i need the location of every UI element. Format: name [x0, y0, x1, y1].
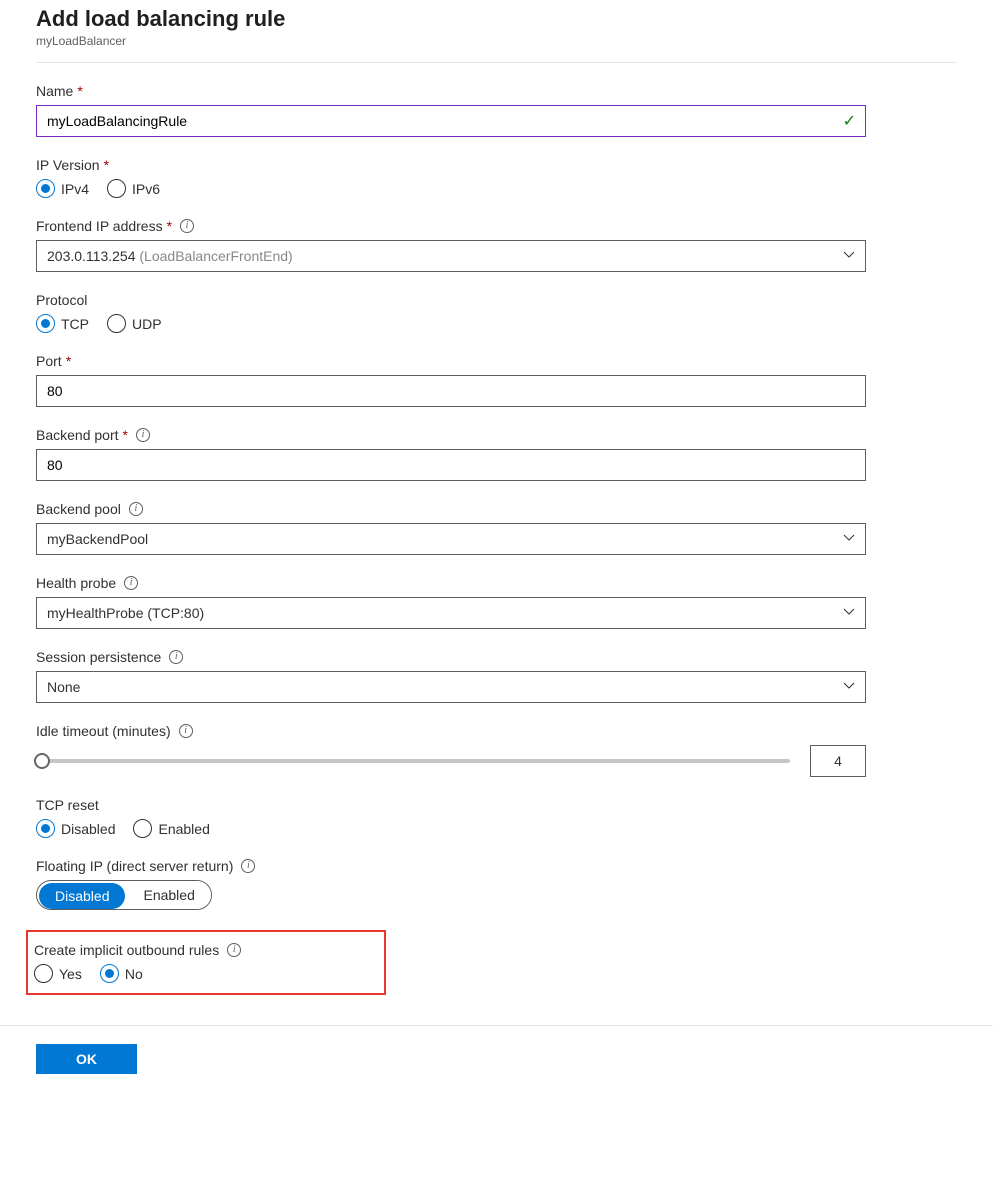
- floating-ip-label: Floating IP (direct server return): [36, 858, 233, 874]
- chevron-down-icon: [843, 605, 855, 621]
- chevron-down-icon: [843, 679, 855, 695]
- health-probe-value: myHealthProbe (TCP:80): [47, 605, 204, 621]
- health-probe-label: Health probe: [36, 575, 116, 591]
- chevron-down-icon: [843, 248, 855, 264]
- backend-pool-value: myBackendPool: [47, 531, 148, 547]
- radio-ipv4[interactable]: IPv4: [36, 179, 89, 198]
- backend-pool-label: Backend pool: [36, 501, 121, 517]
- radio-circle-icon: [36, 819, 55, 838]
- chevron-down-icon: [843, 531, 855, 547]
- info-icon[interactable]: i: [124, 576, 138, 590]
- slider-thumb[interactable]: [34, 753, 50, 769]
- radio-no-label: No: [125, 966, 143, 982]
- ip-version-label: IP Version: [36, 157, 100, 173]
- name-input[interactable]: [36, 105, 866, 137]
- info-icon[interactable]: i: [180, 219, 194, 233]
- radio-ipv4-label: IPv4: [61, 181, 89, 197]
- field-health-probe: Health probe i myHealthProbe (TCP:80): [36, 575, 866, 629]
- radio-ipv6[interactable]: IPv6: [107, 179, 160, 198]
- field-tcp-reset: TCP reset Disabled Enabled: [36, 797, 866, 838]
- radio-circle-icon: [36, 179, 55, 198]
- info-icon[interactable]: i: [129, 502, 143, 516]
- radio-implicit-yes[interactable]: Yes: [34, 964, 82, 983]
- info-icon[interactable]: i: [241, 859, 255, 873]
- name-label: Name: [36, 83, 73, 99]
- required-indicator: *: [77, 83, 82, 99]
- radio-ipv6-label: IPv6: [132, 181, 160, 197]
- implicit-outbound-highlight: Create implicit outbound rules i Yes No: [26, 930, 386, 995]
- radio-circle-icon: [100, 964, 119, 983]
- check-icon: ✓: [843, 111, 856, 131]
- implicit-outbound-label: Create implicit outbound rules: [34, 942, 219, 958]
- field-frontend-ip: Frontend IP address * i 203.0.113.254 (L…: [36, 218, 866, 272]
- frontend-ip-value: 203.0.113.254: [47, 248, 136, 264]
- port-label: Port: [36, 353, 62, 369]
- required-indicator: *: [167, 218, 172, 234]
- idle-timeout-value[interactable]: 4: [810, 745, 866, 777]
- field-ip-version: IP Version * IPv4 IPv6: [36, 157, 866, 198]
- radio-yes-label: Yes: [59, 966, 82, 982]
- info-icon[interactable]: i: [136, 428, 150, 442]
- radio-udp-label: UDP: [132, 316, 162, 332]
- tcp-reset-label: TCP reset: [36, 797, 99, 813]
- idle-timeout-label: Idle timeout (minutes): [36, 723, 171, 739]
- info-icon[interactable]: i: [179, 724, 193, 738]
- floating-ip-disabled[interactable]: Disabled: [39, 883, 125, 909]
- field-idle-timeout: Idle timeout (minutes) i 4: [36, 723, 866, 777]
- radio-circle-icon: [107, 179, 126, 198]
- health-probe-dropdown[interactable]: myHealthProbe (TCP:80): [36, 597, 866, 629]
- radio-tcp[interactable]: TCP: [36, 314, 89, 333]
- radio-tcp-reset-enabled[interactable]: Enabled: [133, 819, 209, 838]
- field-floating-ip: Floating IP (direct server return) i Dis…: [36, 858, 866, 910]
- page-subtitle: myLoadBalancer: [36, 34, 957, 48]
- port-input[interactable]: [36, 375, 866, 407]
- radio-tcp-label: TCP: [61, 316, 89, 332]
- radio-circle-icon: [107, 314, 126, 333]
- backend-port-label: Backend port: [36, 427, 119, 443]
- frontend-ip-hint: (LoadBalancerFrontEnd): [139, 248, 292, 264]
- protocol-label: Protocol: [36, 292, 87, 308]
- info-icon[interactable]: i: [169, 650, 183, 664]
- session-persistence-dropdown[interactable]: None: [36, 671, 866, 703]
- radio-implicit-no[interactable]: No: [100, 964, 143, 983]
- radio-enabled-label: Enabled: [158, 821, 209, 837]
- info-icon[interactable]: i: [227, 943, 241, 957]
- radio-circle-icon: [133, 819, 152, 838]
- field-backend-pool: Backend pool i myBackendPool: [36, 501, 866, 555]
- field-port: Port *: [36, 353, 866, 407]
- backend-pool-dropdown[interactable]: myBackendPool: [36, 523, 866, 555]
- radio-circle-icon: [34, 964, 53, 983]
- field-backend-port: Backend port * i: [36, 427, 866, 481]
- session-persistence-label: Session persistence: [36, 649, 161, 665]
- floating-ip-toggle: Disabled Enabled: [36, 880, 212, 910]
- radio-udp[interactable]: UDP: [107, 314, 162, 333]
- backend-port-input[interactable]: [36, 449, 866, 481]
- idle-timeout-slider[interactable]: [36, 759, 790, 763]
- ok-button[interactable]: OK: [36, 1044, 137, 1074]
- radio-tcp-reset-disabled[interactable]: Disabled: [36, 819, 115, 838]
- field-session-persistence: Session persistence i None: [36, 649, 866, 703]
- radio-circle-icon: [36, 314, 55, 333]
- required-indicator: *: [66, 353, 71, 369]
- floating-ip-enabled[interactable]: Enabled: [127, 881, 210, 909]
- field-protocol: Protocol TCP UDP: [36, 292, 866, 333]
- radio-disabled-label: Disabled: [61, 821, 115, 837]
- required-indicator: *: [123, 427, 128, 443]
- session-persistence-value: None: [47, 679, 80, 695]
- field-name: Name * ✓: [36, 83, 866, 137]
- required-indicator: *: [104, 157, 109, 173]
- frontend-ip-label: Frontend IP address: [36, 218, 163, 234]
- page-title: Add load balancing rule: [36, 6, 957, 32]
- frontend-ip-dropdown[interactable]: 203.0.113.254 (LoadBalancerFrontEnd): [36, 240, 866, 272]
